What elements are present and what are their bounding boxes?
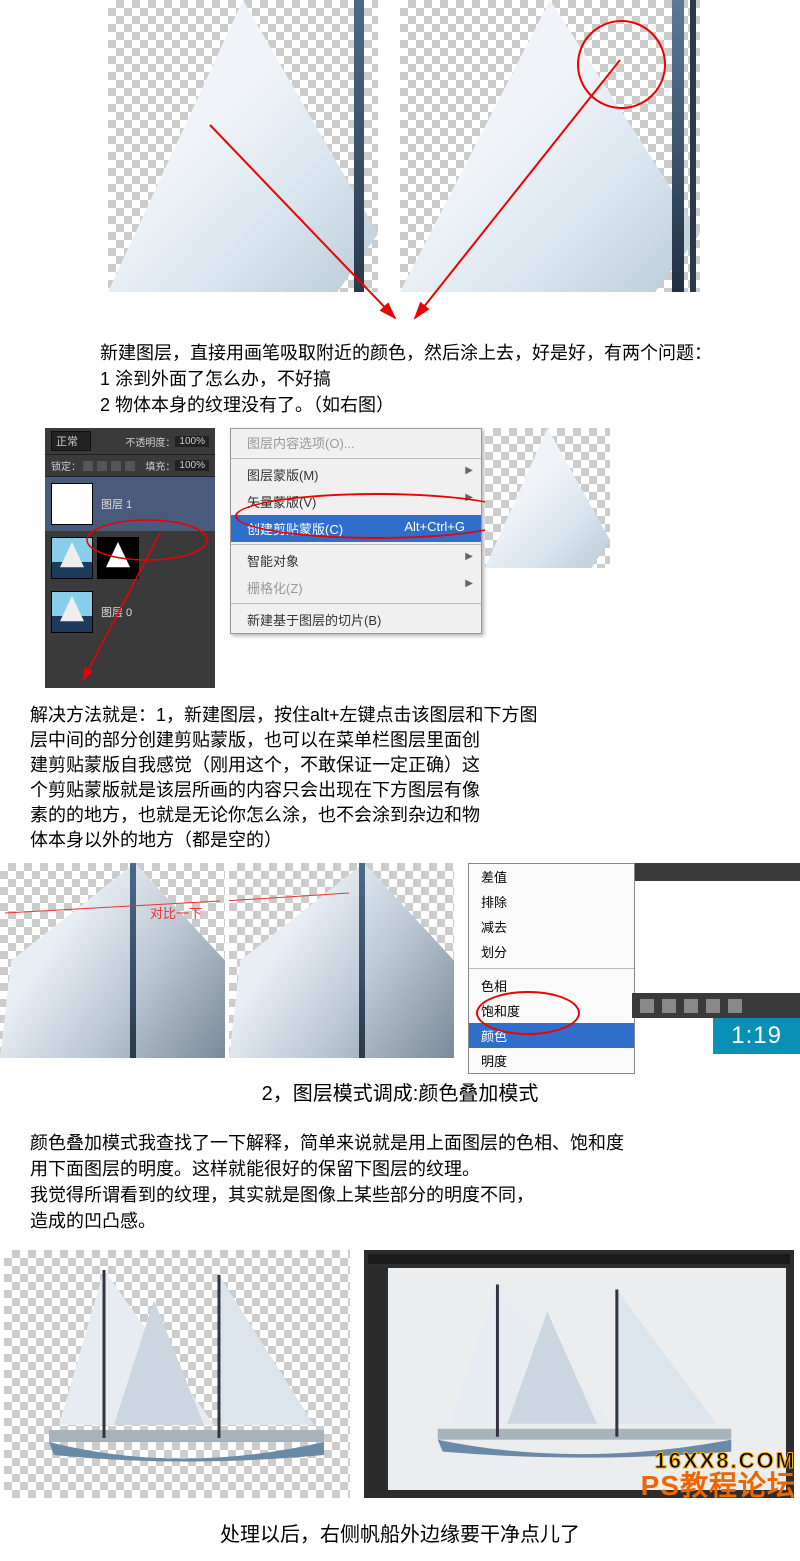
highlight-circle [577, 20, 666, 109]
blend-mode-dropdown[interactable]: 差值 排除 减去 划分 色相 饱和度 颜色 明度 [468, 863, 635, 1074]
text-line: 体本身以外的地方（都是空的） [30, 828, 770, 853]
toolbar-icon[interactable] [640, 999, 654, 1013]
caption-final: 处理以后，右侧帆船外边缘要干净点儿了 [0, 1504, 800, 1551]
text-line: 颜色叠加模式我查找了一下解释，简单来说就是用上面图层的色相、饱和度 [30, 1130, 770, 1156]
blend-item-subtract[interactable]: 减去 [469, 914, 634, 939]
figure-blend-mode-compare: 对比一下 差值 排除 减去 划分 色相 饱和度 颜色 明度 1:19 [0, 863, 800, 1063]
toolbar-icon[interactable] [728, 999, 742, 1013]
toolbar-icon[interactable] [706, 999, 720, 1013]
menu-highlight-ellipse [235, 493, 519, 539]
menu-item-smart-object[interactable]: 智能对象▶ [231, 547, 481, 574]
menu-item-layer-mask[interactable]: 图层蒙版(M)▶ [231, 461, 481, 488]
blend-item-exclusion[interactable]: 排除 [469, 889, 634, 914]
toolbar-icon[interactable] [662, 999, 676, 1013]
time-display: 1:19 [713, 1018, 800, 1054]
text-line: 新建图层，直接用画笔吸取附近的颜色，然后涂上去，好是好，有两个问题： [100, 340, 780, 366]
text-line: 解决方法就是：1，新建图层，按住alt+左键点击该图层和下方图 [30, 703, 770, 728]
paragraph-1: 新建图层，直接用画笔吸取附近的颜色，然后涂上去，好是好，有两个问题： 1 涂到外… [0, 330, 800, 428]
red-arrow-layer-indicator [45, 428, 225, 693]
figure-ps-layer-panel-menu: 正常 不透明度： 100% 锁定： 填充： 100% 图层 1 图层 0 [45, 428, 800, 693]
watermark-url: 16XX8.COM [641, 1450, 796, 1472]
watermark: 16XX8.COM PS教程论坛 [641, 1450, 796, 1500]
toolbar-icon[interactable] [684, 999, 698, 1013]
blend-item-divide[interactable]: 划分 [469, 939, 634, 964]
text-line: 1 涂到外面了怎么办，不好搞 [100, 366, 780, 392]
text-line: 造成的凹凸感。 [30, 1208, 770, 1234]
text-line: 个剪贴蒙版就是该层所画的内容只会出现在下方图层有像 [30, 778, 770, 803]
caption-blend-mode: 2，图层模式调成:颜色叠加模式 [0, 1063, 800, 1120]
paragraph-2: 解决方法就是：1，新建图层，按住alt+左键点击该图层和下方图 层中间的部分创建… [0, 693, 800, 863]
result-left [4, 1250, 350, 1498]
text-line: 素的的地方，也就是无论你怎么涂，也不会涂到杂边和物 [30, 803, 770, 828]
boat-illustration [4, 1250, 350, 1498]
watermark-text: PS教程论坛 [641, 1472, 796, 1500]
blend-highlight-ellipse [476, 991, 580, 1035]
menu-item-rasterize[interactable]: 栅格化(Z)▶ [231, 574, 481, 601]
text-line: 我觉得所谓看到的纹理，其实就是图像上某些部分的明度不同， [30, 1182, 770, 1208]
paragraph-3: 颜色叠加模式我查找了一下解释，简单来说就是用上面图层的色相、饱和度 用下面图层的… [0, 1120, 800, 1244]
text-line: 2 物体本身的纹理没有了。（如右图） [100, 392, 780, 418]
ps-bottom-toolbar [632, 993, 800, 1018]
figure-result-compare: 16XX8.COM PS教程论坛 [0, 1244, 800, 1504]
blend-item-difference[interactable]: 差值 [469, 864, 634, 889]
text-line: 建剪贴蒙版自我感觉（刚用这个，不敢保证一定正确）这 [30, 753, 770, 778]
menu-item-new-layer-slice[interactable]: 新建基于图层的切片(B) [231, 606, 481, 633]
blend-item-luminosity[interactable]: 明度 [469, 1048, 634, 1073]
figure-top-sail-pair [0, 0, 800, 330]
menu-item-layer-content-options[interactable]: 图层内容选项(O)... [231, 429, 481, 456]
sail-preview-right [485, 428, 610, 568]
text-line: 用下面图层的明度。这样就能很好的保留下图层的纹理。 [30, 1156, 770, 1182]
text-line: 层中间的部分创建剪贴蒙版，也可以在菜单栏图层里面创 [30, 728, 770, 753]
